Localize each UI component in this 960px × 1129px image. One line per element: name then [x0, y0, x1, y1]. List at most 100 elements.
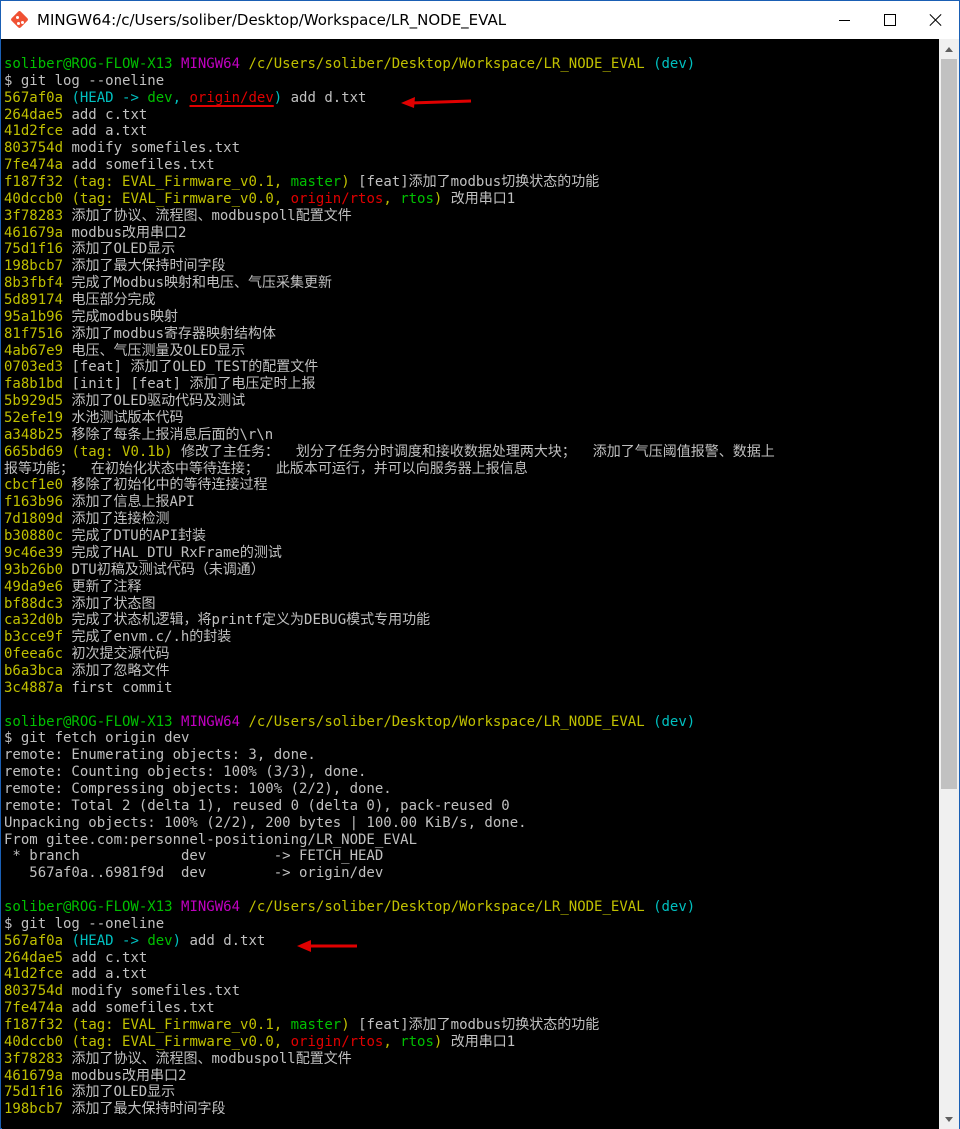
terminal-text: 电压、气压测量及OLED显示: [63, 342, 246, 359]
terminal-line: 264dae5 add c.txt: [4, 950, 775, 967]
annotation-arrow-icon: [297, 940, 359, 952]
terminal-text: 8b3fbf4: [4, 275, 64, 292]
terminal-text: 75d1f16: [4, 1084, 64, 1101]
terminal-text: (dev): [653, 56, 696, 72]
terminal-line: 665bd69 (tag: V0.1b) 修改了主任务： 划分了任务分时调度和接…: [4, 444, 775, 461]
terminal-line: 461679a modbus改用串口2: [4, 225, 775, 242]
terminal-text: 567af0a..6981f9d dev -> origin/dev: [4, 865, 384, 882]
terminal-text: 5b929d5: [4, 393, 64, 410]
vertical-scrollbar[interactable]: [939, 39, 959, 1129]
minimize-button[interactable]: [821, 1, 867, 39]
terminal-text: add a.txt: [63, 123, 148, 140]
terminal-line: 567af0a..6981f9d dev -> origin/dev: [4, 865, 775, 882]
terminal-text: 改用串口1: [442, 1033, 516, 1050]
terminal-output[interactable]: soliber@ROG-FLOW-X13 MINGW64 /c/Users/so…: [2, 39, 939, 1129]
terminal-line: 198bcb7 添加了最大保持时间字段: [4, 258, 775, 275]
terminal-line: ca32d0b 完成了状态机逻辑，将printf定义为DEBUG模式专用功能: [4, 612, 775, 629]
terminal-line: soliber@ROG-FLOW-X13 MINGW64 /c/Users/so…: [4, 899, 775, 916]
terminal-line: a348b25 移除了每条上报消息后面的\r\n: [4, 427, 775, 444]
terminal-text: tag: EVAL_Firmware_v0.1: [79, 174, 274, 191]
scroll-up-button[interactable]: [939, 39, 959, 59]
terminal-text: f187f32: [4, 174, 64, 191]
terminal-text: add a.txt: [63, 966, 148, 983]
terminal-text: b3cce9f: [4, 629, 64, 646]
terminal-text: add somefiles.txt: [63, 157, 215, 174]
terminal-line: 7fe474a add somefiles.txt: [4, 157, 775, 174]
terminal-line: soliber@ROG-FLOW-X13 MINGW64 /c/Users/so…: [4, 56, 775, 73]
terminal-text: 添加了连接检测: [63, 511, 170, 528]
scrollbar-thumb[interactable]: [941, 59, 957, 789]
terminal-text: b6a3bca: [4, 662, 64, 679]
terminal-text: first commit: [63, 679, 173, 696]
terminal-text: [feat]添加了modbus切换状态的功能: [349, 1016, 600, 1033]
terminal-text: modify somefiles.txt: [63, 140, 241, 157]
maximize-button[interactable]: [867, 1, 913, 39]
terminal-text: 完成了DTU的API封装: [63, 528, 207, 545]
terminal-text: 803754d: [4, 140, 64, 157]
terminal-text: ,: [273, 1016, 291, 1033]
terminal-text: 更新了注释: [63, 578, 142, 595]
terminal-text: 3c4887a: [4, 679, 64, 696]
terminal-text: b30880c: [4, 528, 64, 545]
terminal-text: 198bcb7: [4, 258, 64, 275]
terminal-text: (: [71, 174, 80, 191]
terminal-line: b6a3bca 添加了忽略文件: [4, 663, 775, 680]
terminal-text: 264dae5: [4, 949, 64, 966]
terminal-line: 9c46e39 完成了HAL_DTU_RxFrame的测试: [4, 545, 775, 562]
terminal-text: 567af0a: [4, 932, 64, 949]
close-button[interactable]: [913, 1, 959, 39]
scroll-down-button[interactable]: [939, 1109, 959, 1129]
terminal-text: remote: Compressing objects: 100% (2/2),…: [4, 780, 392, 797]
terminal-text: origin/rtos: [290, 1033, 384, 1050]
terminal-text: DTU初稿及测试代码（未调通）: [63, 561, 265, 578]
terminal-line: 7fe474a add somefiles.txt: [4, 1000, 775, 1017]
terminal-line: 75d1f16 添加了OLED显示: [4, 1084, 775, 1101]
maximize-icon: [884, 14, 896, 26]
terminal-text: 7fe474a: [4, 1000, 64, 1017]
terminal-text: [init] [feat] 添加了电压定时上报: [63, 376, 316, 393]
terminal-text: 7fe474a: [4, 157, 64, 174]
terminal-text: rtos: [400, 190, 434, 207]
terminal-line: From gitee.com:personnel-positioning/LR_…: [4, 832, 775, 849]
terminal-line: 93b26b0 DTU初稿及测试代码（未调通）: [4, 562, 775, 579]
title-bar[interactable]: MINGW64:/c/Users/soliber/Desktop/Workspa…: [1, 1, 959, 39]
terminal-text: (HEAD ->: [71, 89, 148, 106]
terminal-line: 4ab67e9 电压、气压测量及OLED显示: [4, 343, 775, 360]
terminal-text: (HEAD ->: [71, 932, 148, 949]
terminal-text: $ git fetch origin dev: [4, 730, 190, 747]
terminal-text: add somefiles.txt: [63, 1000, 215, 1017]
terminal-text: add d.txt: [282, 89, 367, 106]
terminal-text: $ git log --oneline: [4, 915, 165, 932]
terminal-line: 198bcb7 添加了最大保持时间字段: [4, 1101, 775, 1118]
terminal-text: ): [273, 89, 283, 106]
terminal-text: f163b96: [4, 494, 64, 511]
terminal-text: /c/Users/soliber/Desktop/Workspace/LR_NO…: [248, 898, 645, 915]
terminal-line: f163b96 添加了信息上报API: [4, 494, 775, 511]
terminal-text: $ git log --oneline: [4, 72, 165, 89]
terminal-line: 8b3fbf4 完成了Modbus映射和电压、气压采集更新: [4, 275, 775, 292]
terminal-line: remote: Counting objects: 100% (3/3), do…: [4, 764, 775, 781]
git-bash-icon[interactable]: [10, 10, 29, 29]
terminal-text: 75d1f16: [4, 241, 64, 258]
terminal-text: master: [290, 174, 342, 191]
terminal-line: 803754d modify somefiles.txt: [4, 983, 775, 1000]
terminal-text: 添加了信息上报API: [63, 494, 195, 511]
terminal-text: 52efe19: [4, 410, 64, 427]
terminal-text: 修改了主任务： 划分了任务分时调度和接收数据处理两大块； 添加了气压阈值报警、数…: [172, 443, 775, 460]
terminal-text: MINGW64: [181, 713, 241, 730]
terminal-text: /c/Users/soliber/Desktop/Workspace/LR_NO…: [248, 56, 645, 72]
terminal-text: fa8b1bd: [4, 376, 64, 393]
terminal-text: soliber@ROG-FLOW-X13: [4, 56, 173, 72]
terminal-text: 添加了协议、流程图、modbuspoll配置文件: [63, 207, 352, 224]
terminal-text: (: [71, 1016, 80, 1033]
terminal-text: add c.txt: [63, 949, 148, 966]
terminal-line: remote: Enumerating objects: 3, done.: [4, 747, 775, 764]
terminal-line: 0feea6c 初次提交源代码: [4, 646, 775, 663]
close-icon: [929, 13, 943, 27]
chevron-down-icon: [945, 1116, 953, 1122]
terminal-text: 461679a: [4, 224, 64, 241]
terminal-line: 52efe19 水池测试版本代码: [4, 410, 775, 427]
terminal-text: 49da9e6: [4, 578, 64, 595]
